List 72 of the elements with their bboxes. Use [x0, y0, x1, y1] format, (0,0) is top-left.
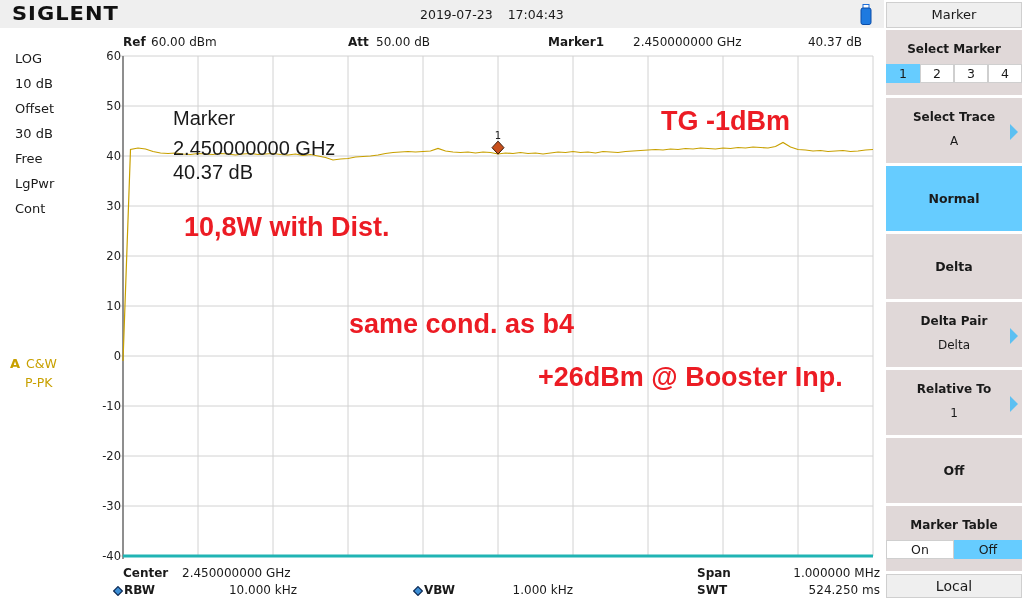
time-text: 17:04:43: [507, 6, 564, 22]
selector-option[interactable]: 1: [886, 64, 920, 83]
span-value: 1.000000 MHz: [793, 565, 880, 582]
marker-readout-frequency: 2.450000000 GHz: [173, 136, 336, 160]
marker-number: 1: [494, 130, 502, 142]
marker-readout-title: Marker: [173, 106, 237, 130]
trace-detector: P-PK: [25, 374, 53, 392]
selector-option[interactable]: 2: [920, 64, 954, 83]
triangle-right-icon: [1010, 328, 1018, 344]
y-tick-label: -30: [102, 499, 121, 513]
vbw-value: 1.000 kHz: [512, 582, 573, 599]
annotation-text: +26dBm @ Booster Inp.: [538, 361, 843, 393]
span-label: Span: [697, 565, 731, 582]
selector-option[interactable]: 4: [988, 64, 1022, 83]
setting-label: 10 dB: [14, 75, 53, 93]
softkey-button[interactable]: Normal: [886, 166, 1022, 231]
diamond-icon: [113, 585, 123, 596]
diamond-icon: [413, 585, 423, 596]
y-tick-label: 60: [106, 50, 121, 63]
swt-value: 524.250 ms: [808, 582, 880, 599]
annotation-text: 10,8W with Dist.: [184, 211, 390, 243]
setting-label: Cont: [14, 200, 46, 218]
vbw-label: VBW: [424, 582, 455, 599]
selector-option[interactable]: Off: [954, 540, 1022, 559]
triangle-right-icon: [1010, 396, 1018, 412]
y-tick-label: -10: [102, 399, 121, 413]
rbw-label: RBW: [124, 582, 155, 599]
marker-diamond-icon: [491, 140, 505, 155]
y-tick-label: -40: [102, 549, 121, 562]
brand-logo: SIGLENT: [12, 3, 120, 25]
usb-stick-icon: [860, 3, 872, 25]
annotation-text: TG -1dBm: [661, 105, 790, 137]
att-label: Att: [348, 34, 370, 50]
menu-title: Marker: [886, 2, 1022, 28]
y-tick-label: -20: [102, 449, 121, 463]
triangle-right-icon: [1010, 124, 1018, 140]
rbw-value: 10.000 kHz: [228, 582, 297, 599]
center-label: Center: [123, 565, 170, 582]
y-tick-label: 50: [106, 99, 121, 113]
setting-label: LOG: [14, 50, 43, 68]
marker-readout-level: 40.37 dB: [173, 160, 255, 184]
trace-mode: C&W: [26, 355, 57, 373]
softkey-button[interactable]: Select Trace A: [886, 98, 1022, 163]
center-value: 2.450000000 GHz: [182, 565, 291, 582]
selector-option[interactable]: 3: [954, 64, 988, 83]
marker-frequency-value: 2.450000000 GHz: [633, 34, 742, 50]
selector-option[interactable]: On: [886, 540, 954, 559]
date-text: 2019-07-23: [420, 6, 493, 22]
y-tick-label: 30: [106, 199, 121, 213]
y-tick-label: 20: [106, 249, 121, 263]
y-tick-label: 40: [106, 149, 121, 163]
setting-label: Offset: [14, 100, 55, 118]
marker-level-value: 40.37 dB: [807, 34, 862, 50]
setting-label: LgPwr: [14, 175, 55, 193]
trace-letter: A: [10, 355, 21, 373]
marker-label: Marker1: [548, 34, 606, 50]
setting-label: Free: [14, 150, 43, 168]
att-value: 50.00 dB: [376, 34, 431, 50]
ref-label: Ref: [123, 34, 147, 50]
local-button[interactable]: Local: [886, 574, 1022, 598]
swt-label: SWT: [697, 582, 728, 599]
softkey-button[interactable]: Off: [886, 438, 1022, 503]
softkey-button[interactable]: Delta Pair Delta: [886, 302, 1022, 367]
softkey-label: Select Marker: [907, 41, 1001, 57]
y-tick-label: 0: [113, 349, 121, 363]
softkey-button[interactable]: Delta: [886, 234, 1022, 299]
softkey-button[interactable]: Relative To 1: [886, 370, 1022, 435]
setting-label: 30 dB: [14, 125, 53, 143]
softkey-label: Marker Table: [910, 517, 998, 533]
ref-value: 60.00 dBm: [151, 34, 217, 50]
annotation-text: same cond. as b4: [349, 308, 575, 340]
y-tick-label: 10: [106, 299, 121, 313]
